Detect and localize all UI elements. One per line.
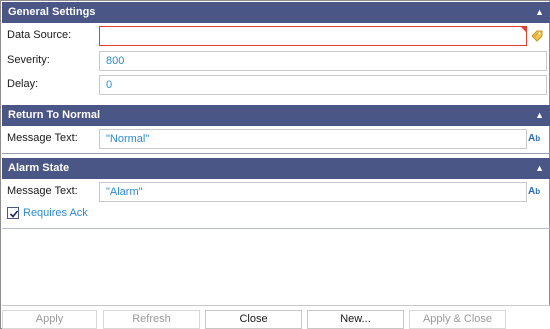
button-bar: Apply Refresh Close New... Apply & Close (2, 305, 550, 329)
alarm-state-title: Alarm State (8, 162, 70, 174)
alarm-message-input[interactable]: "Alarm" (99, 182, 527, 202)
tag-icon[interactable] (530, 29, 544, 43)
severity-label: Severity: (7, 54, 50, 66)
alarm-config-panel: General Settings ▲ Data Source: Severity… (0, 0, 550, 329)
alarm-message-row: Message Text: "Alarm" Ab (2, 181, 550, 203)
severity-row: Severity: 800 (2, 50, 550, 72)
text-edit-icon[interactable]: Ab (528, 186, 544, 200)
severity-value: 800 (106, 55, 125, 67)
section-bottom-divider (2, 228, 550, 229)
data-source-label: Data Source: (7, 29, 72, 41)
alarm-message-label: Message Text: (7, 185, 78, 197)
close-button[interactable]: Close (205, 310, 302, 329)
apply-button[interactable]: Apply (2, 310, 97, 329)
alarm-message-value: "Alarm" (106, 186, 143, 198)
requires-ack-checkbox[interactable] (7, 207, 19, 219)
refresh-button[interactable]: Refresh (103, 310, 200, 329)
data-source-input[interactable] (99, 26, 527, 46)
return-to-normal-title: Return To Normal (8, 109, 101, 121)
normal-message-label: Message Text: (7, 132, 78, 144)
normal-message-input[interactable]: "Normal" (99, 129, 527, 149)
general-settings-title: General Settings (8, 6, 96, 18)
delay-label: Delay: (7, 78, 39, 90)
apply-close-button[interactable]: Apply & Close (409, 310, 506, 329)
text-edit-icon[interactable]: Ab (528, 133, 544, 147)
new-button[interactable]: New... (307, 310, 404, 329)
return-to-normal-header[interactable]: Return To Normal ▲ (2, 105, 550, 126)
alarm-state-header[interactable]: Alarm State ▲ (2, 158, 550, 179)
delay-row: Delay: 0 (2, 74, 550, 96)
delay-input[interactable]: 0 (99, 75, 547, 95)
delay-value: 0 (106, 79, 113, 91)
normal-message-row: Message Text: "Normal" Ab (2, 128, 550, 150)
requires-ack-label: Requires Ack (23, 207, 88, 219)
checkmark-icon (9, 210, 19, 218)
general-settings-header[interactable]: General Settings ▲ (2, 2, 550, 23)
normal-message-value: "Normal" (106, 133, 150, 145)
error-indicator (521, 27, 526, 32)
chevron-up-icon[interactable]: ▲ (535, 105, 544, 126)
chevron-up-icon[interactable]: ▲ (535, 2, 544, 23)
chevron-up-icon[interactable]: ▲ (535, 158, 544, 179)
severity-input[interactable]: 800 (99, 51, 547, 71)
section-divider (2, 153, 550, 154)
data-source-row: Data Source: (2, 25, 550, 47)
